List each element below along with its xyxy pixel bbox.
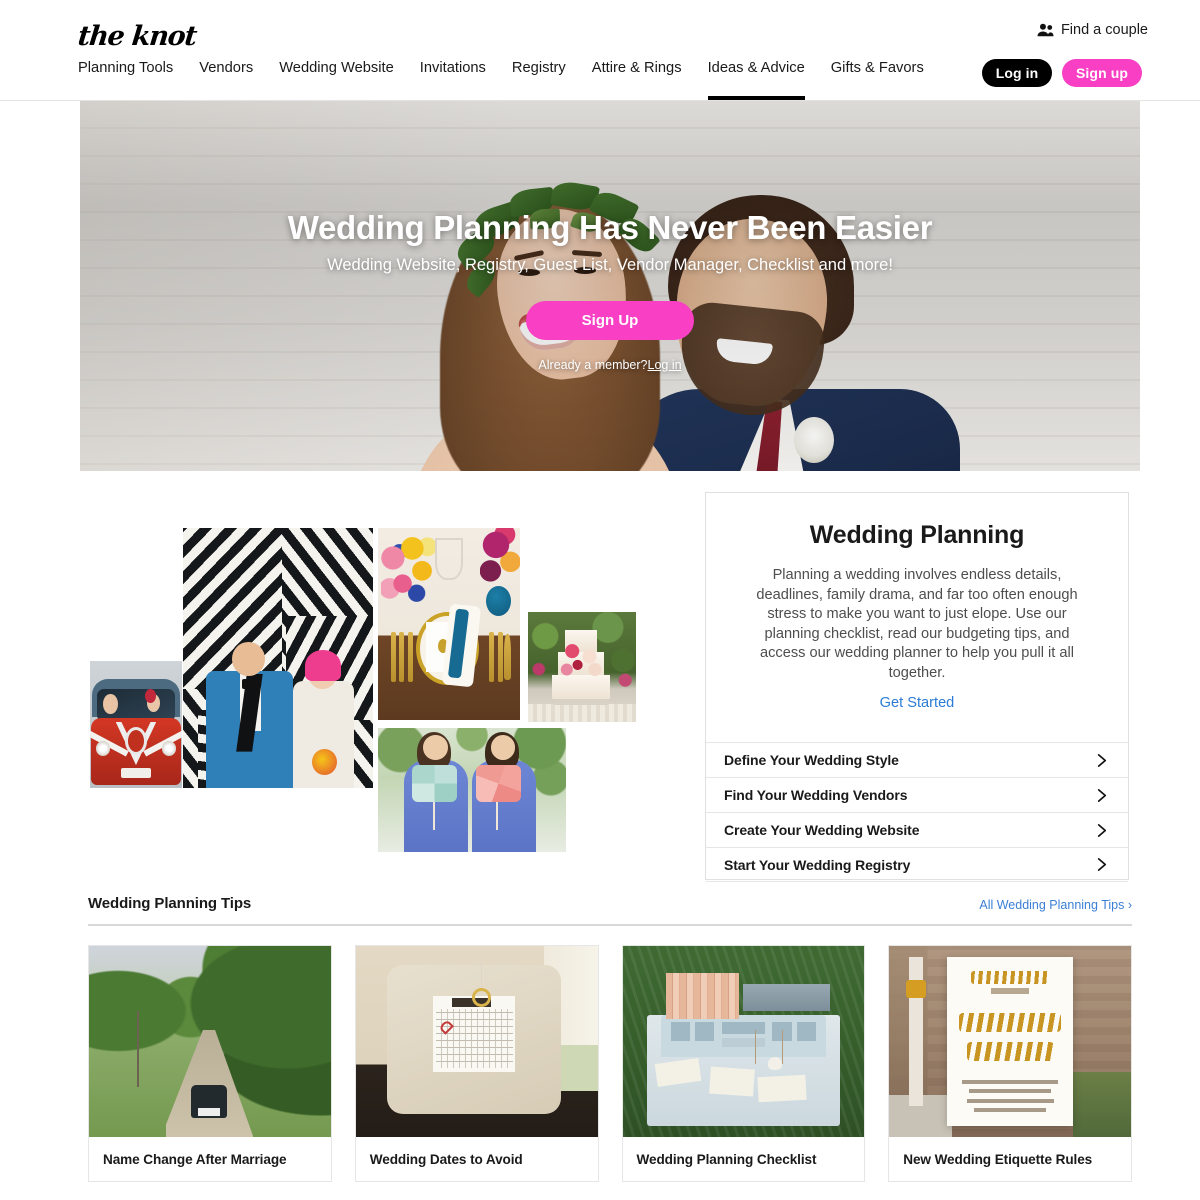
collage-photo-bridesmaids[interactable] [378, 728, 566, 852]
wp-row-label: Define Your Wedding Style [724, 752, 899, 768]
nav-item-attire-and-rings[interactable]: Attire & Rings [592, 60, 682, 100]
nav-item-planning-tools[interactable]: Planning Tools [78, 60, 173, 100]
find-a-couple-link[interactable]: Find a couple [1037, 22, 1148, 38]
find-a-couple-label: Find a couple [1060, 22, 1148, 38]
log-in-button[interactable]: Log in [982, 59, 1052, 87]
sign-up-button[interactable]: Sign up [1062, 59, 1142, 87]
tip-card-title: Wedding Dates to Avoid [369, 1151, 523, 1167]
page-root: the knot Find a couple Planning Tools Ve… [0, 0, 1200, 1200]
wedding-planning-card: Wedding Planning Planning a wedding invo… [705, 492, 1129, 882]
tip-card-wedding-dates-to-avoid[interactable]: Wedding Dates to Avoid [354, 945, 599, 1182]
chevron-right-icon [1094, 823, 1109, 838]
tip-card-wedding-planning-checklist[interactable]: Wedding Planning Checklist [621, 945, 866, 1182]
wedding-planning-body: Planning a wedding involves endless deta… [756, 567, 1078, 681]
hero-member-prompt: Already a member?Log in [80, 358, 1140, 372]
inspiration-collage [80, 492, 680, 872]
tips-section-header: Wedding Planning Tips All Wedding Planni… [88, 895, 1132, 926]
wedding-planning-links-list: Define Your Wedding Style Find Your Wedd… [706, 742, 1128, 882]
collage-photo-vw-van[interactable] [90, 661, 182, 788]
wp-row-define-your-wedding-style[interactable]: Define Your Wedding Style [706, 742, 1128, 777]
tip-card-title: Wedding Planning Checklist [636, 1151, 817, 1167]
tips-section-title: Wedding Planning Tips [88, 895, 252, 912]
people-icon [1037, 23, 1054, 37]
main-navigation: Planning Tools Vendors Wedding Website I… [78, 60, 924, 100]
collage-photo-wedding-cake[interactable] [528, 612, 636, 722]
nav-item-ideas-and-advice[interactable]: Ideas & Advice [707, 60, 805, 100]
nav-item-registry[interactable]: Registry [512, 60, 566, 100]
get-started-link[interactable]: Get Started [706, 695, 1128, 711]
wp-row-label: Find Your Wedding Vendors [724, 787, 908, 803]
tip-image-ring-pillow-calendar [355, 946, 598, 1137]
hero-log-in-link[interactable]: Log in [648, 358, 682, 372]
tip-image-country-road-vintage-car [89, 946, 331, 1137]
tip-card-name-change-after-marriage[interactable]: Name Change After Marriage [88, 945, 332, 1182]
nav-item-invitations[interactable]: Invitations [420, 60, 486, 100]
tip-image-vintage-desk-programs [622, 946, 865, 1137]
hero-heading: Wedding Planning Has Never Been Easier [287, 209, 933, 246]
hero-banner: Wedding Planning Has Never Been Easier W… [80, 101, 1140, 471]
collage-photo-chevron-couple[interactable] [183, 528, 373, 788]
nav-item-vendors[interactable]: Vendors [199, 60, 253, 100]
wp-row-start-your-wedding-registry[interactable]: Start Your Wedding Registry [706, 847, 1128, 882]
wp-row-label: Create Your Wedding Website [724, 822, 920, 838]
hero-content: Wedding Planning Has Never Been Easier W… [80, 209, 1140, 372]
tip-card-new-wedding-etiquette-rules[interactable]: New Wedding Etiquette Rules [888, 945, 1132, 1182]
all-wedding-planning-tips-link[interactable]: All Wedding Planning Tips › [979, 898, 1132, 912]
site-header: the knot Find a couple Planning Tools Ve… [0, 0, 1200, 101]
hero-subheading: Wedding Website, Registry, Guest List, V… [327, 256, 893, 274]
wp-row-label: Start Your Wedding Registry [724, 856, 911, 873]
wp-row-find-your-wedding-vendors[interactable]: Find Your Wedding Vendors [706, 777, 1128, 812]
tip-card-title: Name Change After Marriage [103, 1151, 287, 1167]
wedding-planning-title: Wedding Planning [809, 521, 1025, 549]
tip-card-title: New Wedding Etiquette Rules [903, 1151, 1093, 1167]
chevron-right-icon [1094, 788, 1109, 803]
tip-image-unplugged-wedding-sign [889, 946, 1131, 1137]
auth-buttons: Log in Sign up [982, 59, 1142, 87]
collage-photo-tablescape[interactable] [378, 528, 520, 720]
nav-item-wedding-website[interactable]: Wedding Website [279, 60, 394, 100]
chevron-right-icon [1094, 753, 1109, 768]
the-knot-logo[interactable]: the knot [76, 21, 197, 52]
chevron-right-icon [1094, 857, 1109, 872]
nav-item-gifts-and-favors[interactable]: Gifts & Favors [831, 60, 924, 100]
hero-member-prefix: Already a member? [538, 358, 648, 372]
tips-card-grid: Name Change After Marriage Wedding Dates… [88, 945, 1132, 1182]
hero-sign-up-button[interactable]: Sign Up [526, 301, 694, 340]
wp-row-create-your-wedding-website[interactable]: Create Your Wedding Website [706, 812, 1128, 847]
